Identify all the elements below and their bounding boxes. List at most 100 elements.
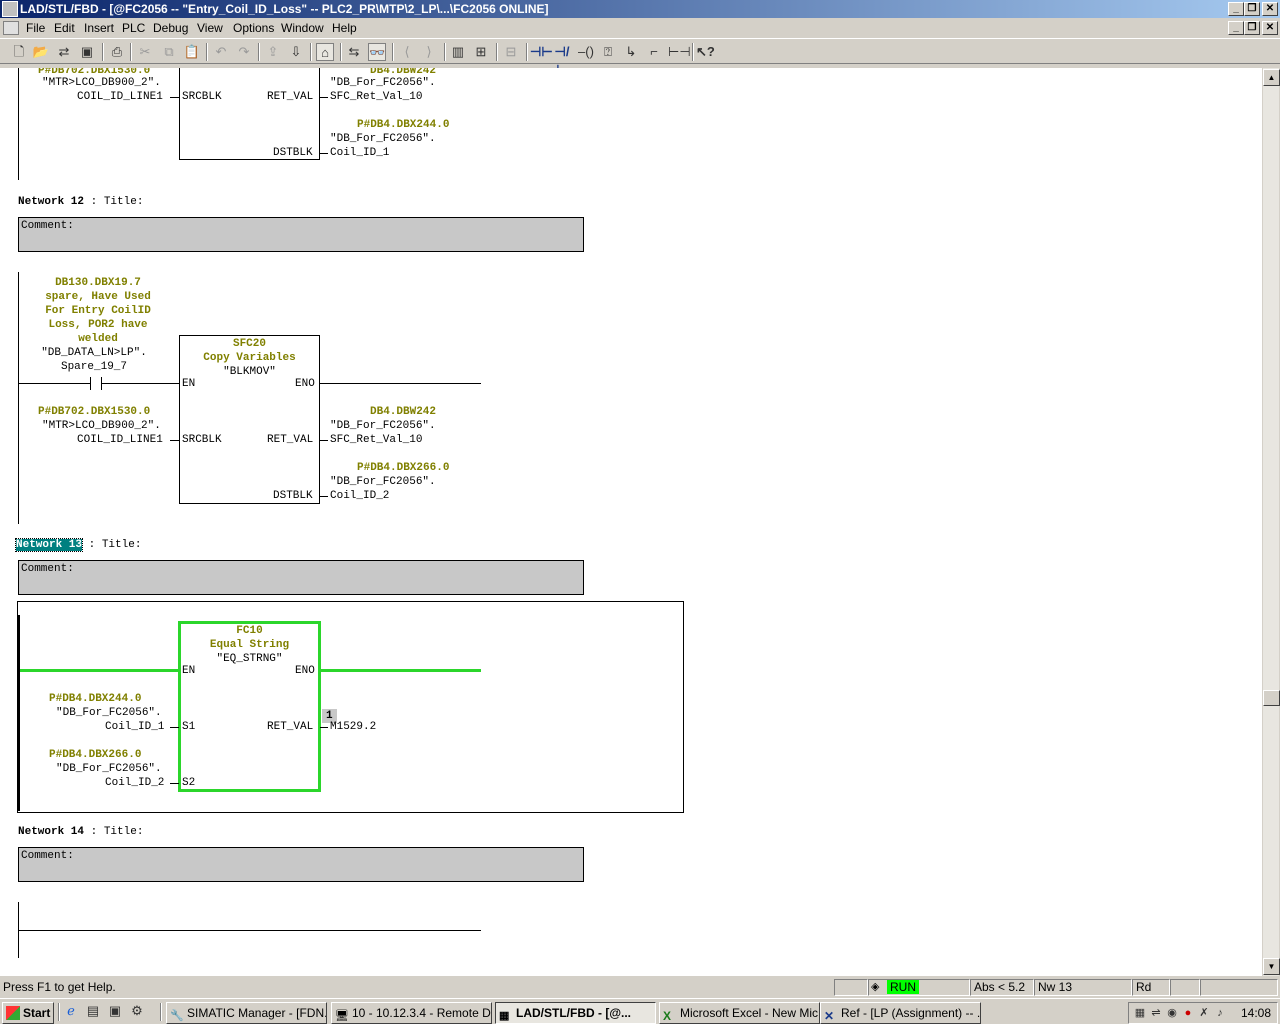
undo-icon[interactable]: ↶: [212, 43, 230, 61]
fc10-s2-var: Coil_ID_2: [105, 777, 165, 789]
menu-view[interactable]: View: [197, 21, 223, 35]
doc-restore-button[interactable]: ❐: [1244, 21, 1260, 35]
copy-icon[interactable]: ⧉: [160, 43, 178, 61]
coil-icon[interactable]: –(): [577, 43, 595, 61]
prev-icon[interactable]: ⟨: [398, 43, 416, 61]
contact-desc-2: For Entry CoilID: [45, 305, 151, 317]
task-remote-desktop[interactable]: 🖥 10 - 10.12.3.4 - Remote D...: [331, 1002, 492, 1024]
windows-logo-icon: [6, 1006, 20, 1020]
menu-file[interactable]: File: [26, 21, 45, 35]
lad-editor-icon: ▦: [499, 1010, 510, 1022]
download-icon[interactable]: ⇩: [287, 43, 305, 61]
doc-close-button[interactable]: ✕: [1262, 21, 1278, 35]
new-icon[interactable]: 🗋: [10, 43, 28, 61]
task-lad-stl-fbd[interactable]: ▦ LAD/STL/FBD - [@...: [495, 1002, 656, 1024]
fc10-ret-var: M1529.2: [330, 721, 377, 733]
fc10-name: FC10: [236, 625, 263, 637]
details-icon[interactable]: ⊞: [472, 43, 490, 61]
contact-no[interactable]: [90, 377, 91, 390]
menu-debug[interactable]: Debug: [153, 21, 188, 35]
menu-options[interactable]: Options: [233, 21, 274, 35]
desktop-icon[interactable]: ▣: [106, 1002, 124, 1020]
close-button[interactable]: ✕: [1262, 2, 1278, 16]
menu-window[interactable]: Window: [281, 21, 324, 35]
online-offline-icon[interactable]: ⌂: [316, 43, 334, 61]
scroll-thumb[interactable]: [1263, 690, 1280, 706]
network-12-comment[interactable]: Comment:: [18, 217, 584, 252]
nc-contact-icon[interactable]: ⊣/⊢: [553, 43, 571, 77]
menu-help[interactable]: Help: [332, 21, 357, 35]
save-icon[interactable]: ▣: [78, 43, 96, 61]
status-abs: Abs < 5.2: [970, 979, 1034, 996]
power-rail: [18, 68, 19, 180]
menu-plc[interactable]: PLC: [122, 21, 145, 35]
network-13-comment-label: Comment:: [21, 563, 74, 575]
start-button[interactable]: Start: [2, 1002, 54, 1024]
redo-icon[interactable]: ↷: [235, 43, 253, 61]
network-13-header[interactable]: Network 13 : Title:: [14, 538, 141, 552]
empty-rung[interactable]: [18, 930, 481, 931]
network-14-label: Network 14: [18, 826, 85, 838]
vertical-scrollbar[interactable]: ▲ ▼: [1262, 68, 1280, 976]
tray-speaker-icon[interactable]: ♪: [1211, 1004, 1229, 1022]
doc-minimize-button[interactable]: _: [1228, 21, 1244, 35]
network-14-header[interactable]: Network 14 : Title:: [18, 826, 143, 838]
title-bar[interactable]: LAD/STL/FBD - [@FC2056 -- "Entry_Coil_ID…: [0, 0, 1280, 18]
new-network-icon[interactable]: ⊟: [502, 43, 520, 61]
branch-close-icon[interactable]: ⌐: [645, 43, 663, 61]
no-contact-icon[interactable]: ⊣⊢: [530, 43, 553, 61]
network-open-icon[interactable]: ⇄: [55, 43, 73, 61]
sfc20-src-addr: P#DB702.DBX1530.0: [38, 406, 151, 418]
sfc20-desc: Copy Variables: [203, 352, 296, 364]
dst-db: "DB_For_FC2056".: [330, 133, 436, 145]
network-13-label: Network 13: [14, 538, 84, 552]
document-icon[interactable]: [3, 21, 19, 35]
network-14-comment[interactable]: Comment:: [18, 847, 584, 882]
ladder-editor[interactable]: P#DB702.DBX1530.0 DB4.DBW242 "MTR>LCO_DB…: [0, 68, 1262, 976]
reference-icon: ✕: [824, 1009, 835, 1023]
network-12-label: Network 12: [18, 196, 85, 208]
sfc20-ret-var: SFC_Ret_Val_10: [330, 434, 423, 446]
network-13-comment[interactable]: Comment:: [18, 560, 584, 595]
app-icon[interactable]: [2, 1, 18, 17]
box-icon[interactable]: ⍰: [599, 43, 617, 61]
monitor-icon[interactable]: 👓: [368, 43, 386, 61]
connection-icon[interactable]: ⊢⊣: [668, 43, 691, 61]
sfc20-pin-retval: RET_VAL: [267, 434, 314, 446]
quicklaunch-app-icon[interactable]: ⚙: [128, 1002, 146, 1020]
context-help-icon[interactable]: ↖?: [696, 43, 715, 61]
window-title: LAD/STL/FBD - [@FC2056 -- "Entry_Coil_ID…: [20, 2, 549, 16]
minimize-button[interactable]: _: [1228, 2, 1244, 16]
upload-icon[interactable]: ⇪: [264, 43, 282, 61]
simatic-icon: 🔧: [170, 1010, 184, 1022]
overview-icon[interactable]: ▥: [449, 43, 467, 61]
print-icon[interactable]: ⎙: [108, 43, 126, 61]
remote-desktop-icon: 🖥: [335, 1010, 349, 1022]
menu-insert[interactable]: Insert: [84, 21, 114, 35]
menu-edit[interactable]: Edit: [54, 21, 75, 35]
restore-button[interactable]: ❐: [1244, 2, 1260, 16]
cut-icon[interactable]: ✂: [136, 43, 154, 61]
next-icon[interactable]: ⟩: [420, 43, 438, 61]
sfc20-src-db: "MTR>LCO_DB900_2".: [42, 420, 161, 432]
task-simatic-manager[interactable]: 🔧 SIMATIC Manager - [FDN...: [166, 1002, 327, 1024]
paste-icon[interactable]: 📋: [183, 43, 201, 61]
open-icon[interactable]: 📂: [32, 43, 50, 61]
modify-icon[interactable]: ⇆: [345, 43, 363, 61]
scroll-up-button[interactable]: ▲: [1263, 69, 1280, 86]
status-network: Nw 13: [1034, 979, 1132, 996]
pin-dstblk: DSTBLK: [273, 147, 313, 159]
src-var: COIL_ID_LINE1: [77, 91, 163, 103]
clock: 14:08: [1241, 1006, 1272, 1020]
task-excel[interactable]: X Microsoft Excel - New Mic...: [659, 1002, 820, 1024]
fc10-pin-retval: RET_VAL: [267, 721, 314, 733]
quicklaunch-doc-icon[interactable]: ▤: [84, 1002, 102, 1020]
branch-open-icon[interactable]: ↳: [622, 43, 640, 61]
status-help: Press F1 to get Help.: [3, 980, 116, 994]
fc10-s1-var: Coil_ID_1: [105, 721, 165, 733]
network-14-comment-label: Comment:: [21, 850, 74, 862]
task-reference[interactable]: ✕ Ref - [LP (Assignment) -- ...: [820, 1002, 981, 1024]
network-12-header[interactable]: Network 12 : Title:: [18, 196, 143, 208]
ie-icon[interactable]: ℯ: [62, 1002, 80, 1020]
scroll-down-button[interactable]: ▼: [1263, 958, 1280, 975]
